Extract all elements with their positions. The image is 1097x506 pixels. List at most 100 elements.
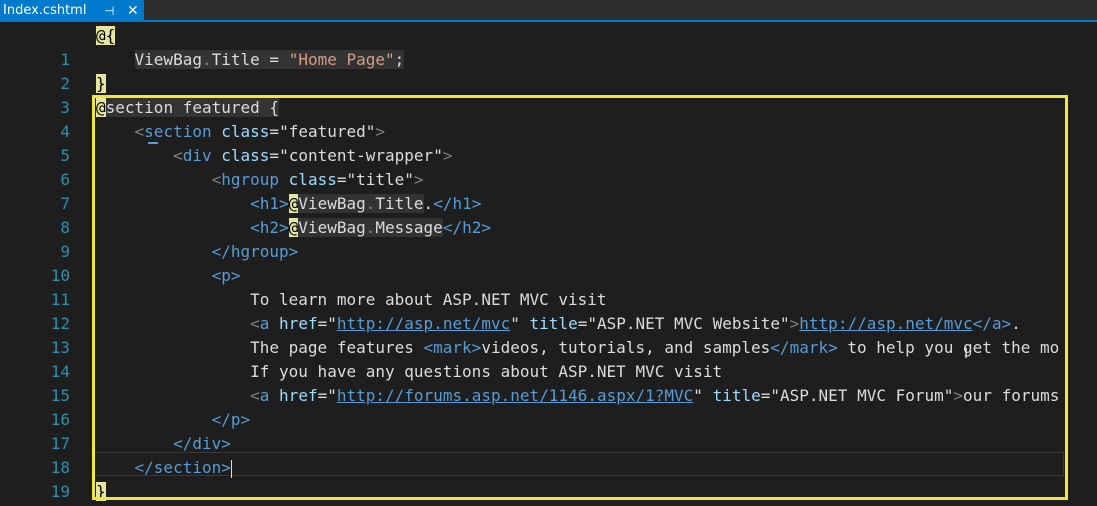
code-line[interactable]: 15 If you have any questions about ASP.N… [0,360,1097,405]
attribute-name: href [279,314,318,333]
element-name: section [144,122,212,141]
attribute-name: class [221,122,270,141]
element-tag: <p> [211,266,241,285]
code-line[interactable]: 20 } [0,480,1097,504]
href-link[interactable]: http://asp.net/mvc [337,314,510,333]
token: " [327,386,337,405]
token: . [365,218,376,237]
line-content: </hgroup> [96,240,299,264]
token: > [953,386,964,405]
token: Title [375,194,424,213]
code-line[interactable]: 5 <section class="featured"> [0,120,1097,165]
razor-close-block: } [96,74,106,93]
text-content: If you have any questions about ASP.NET … [250,362,723,381]
code-line[interactable]: 6 <div class="content-wrapper"> [0,144,1097,189]
element-tag: </h1> [433,194,482,213]
attribute-value: "ASP.NET MVC Forum" [770,386,954,405]
element-name: a [259,314,270,333]
code-line[interactable]: 2 ViewBag.Title = "Home Page"; [0,48,1097,93]
code-line[interactable]: 18 </div> [0,432,1097,477]
attribute-name: class [288,170,337,189]
code-editor[interactable]: 1 @{ 2 ViewBag.Title = "Home Page"; 3 } … [0,24,1097,506]
token: < [134,122,145,141]
token: = [577,314,588,333]
code-line[interactable]: 1 @{ [0,24,1097,69]
attribute-name: class [221,146,270,165]
tab-index-cshtml[interactable]: Index.cshtml ⊣ ✕ [0,0,144,22]
element-name: div [182,146,212,165]
token: = [259,50,289,69]
token: < [250,386,260,405]
line-content: @section featured { [96,96,280,120]
line-content: <hgroup class="title"> [96,168,424,192]
token: " [327,314,337,333]
element-tag: </p> [211,410,251,429]
string-literal: "Home Page" [288,50,395,69]
token: = [269,122,280,141]
token: < [250,314,260,333]
attribute-name: title [529,314,578,333]
line-content: The page features <mark>videos, tutorial… [96,336,1059,360]
code-line[interactable]: 13 <a href="http://asp.net/mvc" title="A… [0,312,1097,357]
text-content: The page features [250,338,424,357]
anchor-text-link[interactable]: http://asp.net/mvc [799,314,972,333]
line-content: <h2>@ViewBag.Message</h2> [96,216,491,240]
token: " [510,314,520,333]
href-link[interactable]: http://forums.asp.net/1146.aspx/1?MVC [337,386,693,405]
element-tag: </hgroup> [211,242,299,261]
token: > [442,146,453,165]
code-line[interactable]: 14 The page features <mark>videos, tutor… [0,336,1097,381]
code-line[interactable]: 4 @section featured { [0,96,1097,141]
element-tag: </div> [173,434,231,453]
line-content: @{ [96,24,116,48]
code-line[interactable]: 9 <h2>@ViewBag.Message</h2> [0,216,1097,261]
line-content: <section class="featured"> [96,120,386,144]
element-tag: <h2> [250,218,289,237]
line-content: To learn more about ASP.NET MVC visit [96,288,606,312]
element-tag: </h2> [442,218,491,237]
token: > [375,122,386,141]
close-icon[interactable]: ✕ [127,0,139,22]
anchor-text: our forums [963,386,1060,405]
pin-icon[interactable]: ⊣ [104,0,114,22]
attribute-value: "featured" [279,122,376,141]
text-content: to help you get the mo [837,338,1060,357]
razor-at: @ [288,218,299,237]
code-line[interactable]: 8 <h1>@ViewBag.Title.</h1> [0,192,1097,237]
token: . [423,194,434,213]
token: = [317,314,328,333]
code-line[interactable]: 3 } [0,72,1097,117]
token: < [173,146,183,165]
razor-open-block: @{ [96,26,116,45]
token: = [760,386,771,405]
razor-close-block: } [96,482,106,501]
code-line[interactable]: 17 </p> [0,408,1097,453]
token: . [201,50,212,69]
razor-section-keyword: section featured { [105,98,280,117]
code-line[interactable]: 7 <hgroup class="title"> [0,168,1097,213]
code-line[interactable]: 10 </hgroup> [0,240,1097,285]
line-content: <div class="content-wrapper"> [96,144,452,168]
text-content: videos, tutorials, and samples [481,338,771,357]
element-tag: </mark> [770,338,838,357]
ibeam-cursor-icon: I [964,346,969,362]
token: " [693,386,703,405]
code-line[interactable]: 11 <p> [0,264,1097,309]
line-content: <a href="http://asp.net/mvc" title="ASP.… [96,312,1021,336]
line-content: <p> [96,264,241,288]
attribute-name: title [712,386,761,405]
line-content: <a href="http://forums.asp.net/1146.aspx… [96,384,1059,408]
element-tag: </section> [134,458,231,477]
code-line[interactable]: 12 To learn more about ASP.NET MVC visit [0,288,1097,333]
razor-at: @ [288,194,299,213]
token: ViewBag [134,50,202,69]
element-name: hgroup [221,170,280,189]
line-content: </div> [96,432,231,456]
code-line[interactable]: 16 <a href="http://forums.asp.net/1146.a… [0,384,1097,429]
code-line[interactable]: 19 </section> [0,456,1097,501]
